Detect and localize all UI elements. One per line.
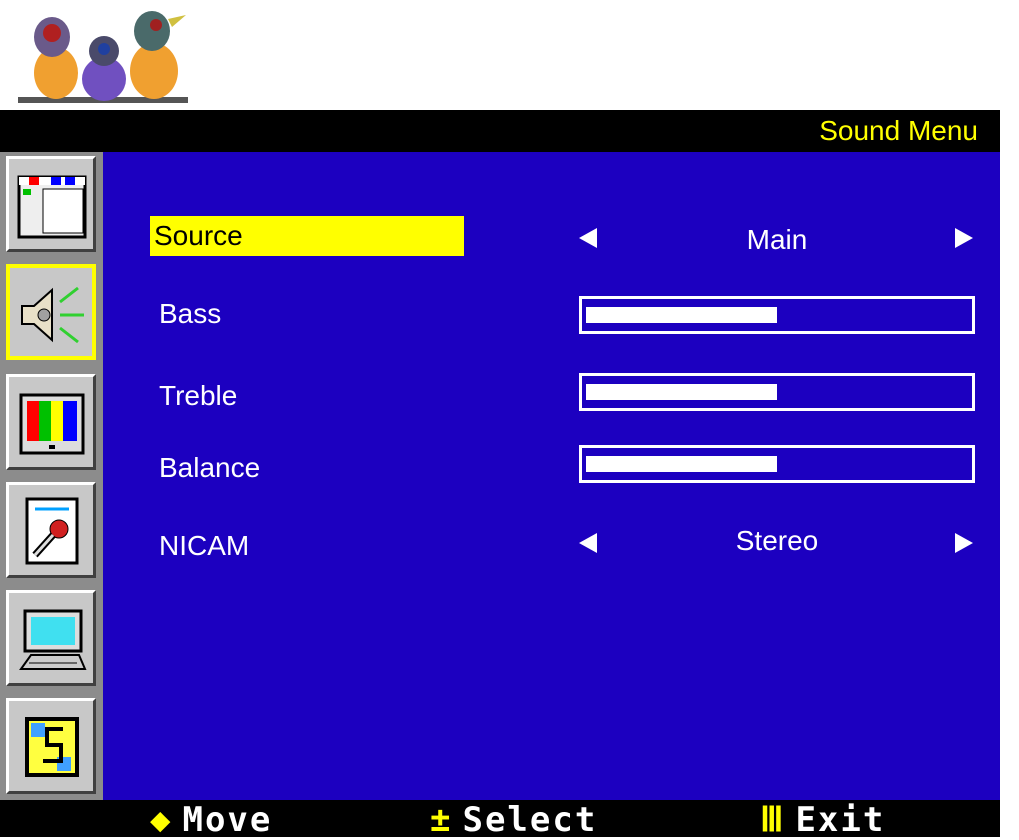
window-icon [17,175,87,239]
balance-label[interactable]: Balance [155,448,260,488]
color-bars-icon [19,393,85,455]
menu-title: Sound Menu [819,115,978,146]
sidebar-item-sound[interactable] [6,264,96,360]
nicam-label[interactable]: NICAM [155,526,249,566]
sidebar-item-picture[interactable] [6,156,96,252]
sidebar-item-setup[interactable] [6,482,96,578]
nicam-right-arrow-icon[interactable] [955,533,973,553]
wrench-icon [25,497,79,565]
bass-slider-fill [586,307,777,323]
source-left-arrow-icon[interactable] [579,228,597,248]
source-right-arrow-icon[interactable] [955,228,973,248]
treble-slider-fill [586,384,777,400]
exit-label: Exit [795,800,886,840]
treble-slider[interactable] [579,373,975,411]
speaker-icon [21,286,84,344]
select-icon: ± [430,800,453,840]
bass-label[interactable]: Bass [155,294,221,334]
sidebar-item-color[interactable] [6,374,96,470]
nicam-value: Stereo [735,525,819,556]
move-icon: ◆ [150,800,173,840]
footer-hint-bar: ◆ Move ± Select Ⅲ Exit [0,800,1000,840]
move-label: Move [182,800,273,840]
bass-slider[interactable] [579,296,975,334]
exit-icon: Ⅲ [760,800,786,840]
exit-hint: Ⅲ Exit [760,800,885,840]
menu-panel: Source Main Bass Treble Balance NICAM St… [103,152,1000,800]
select-hint: ± Select [430,800,597,840]
select-label: Select [462,800,598,840]
sidebar-item-pc[interactable] [6,590,96,686]
title-bar: Sound Menu [0,110,1000,152]
sidebar-item-info[interactable] [6,698,96,794]
source-value: Main [746,224,808,255]
brand-logo [18,5,190,105]
balance-slider[interactable] [579,445,975,483]
treble-label[interactable]: Treble [155,376,237,416]
info-s-icon [25,717,79,777]
sidebar [0,152,103,800]
source-label[interactable]: Source [150,216,464,256]
balance-slider-fill [586,456,777,472]
nicam-left-arrow-icon[interactable] [579,533,597,553]
computer-icon [19,609,87,670]
move-hint: ◆ Move [150,800,272,840]
